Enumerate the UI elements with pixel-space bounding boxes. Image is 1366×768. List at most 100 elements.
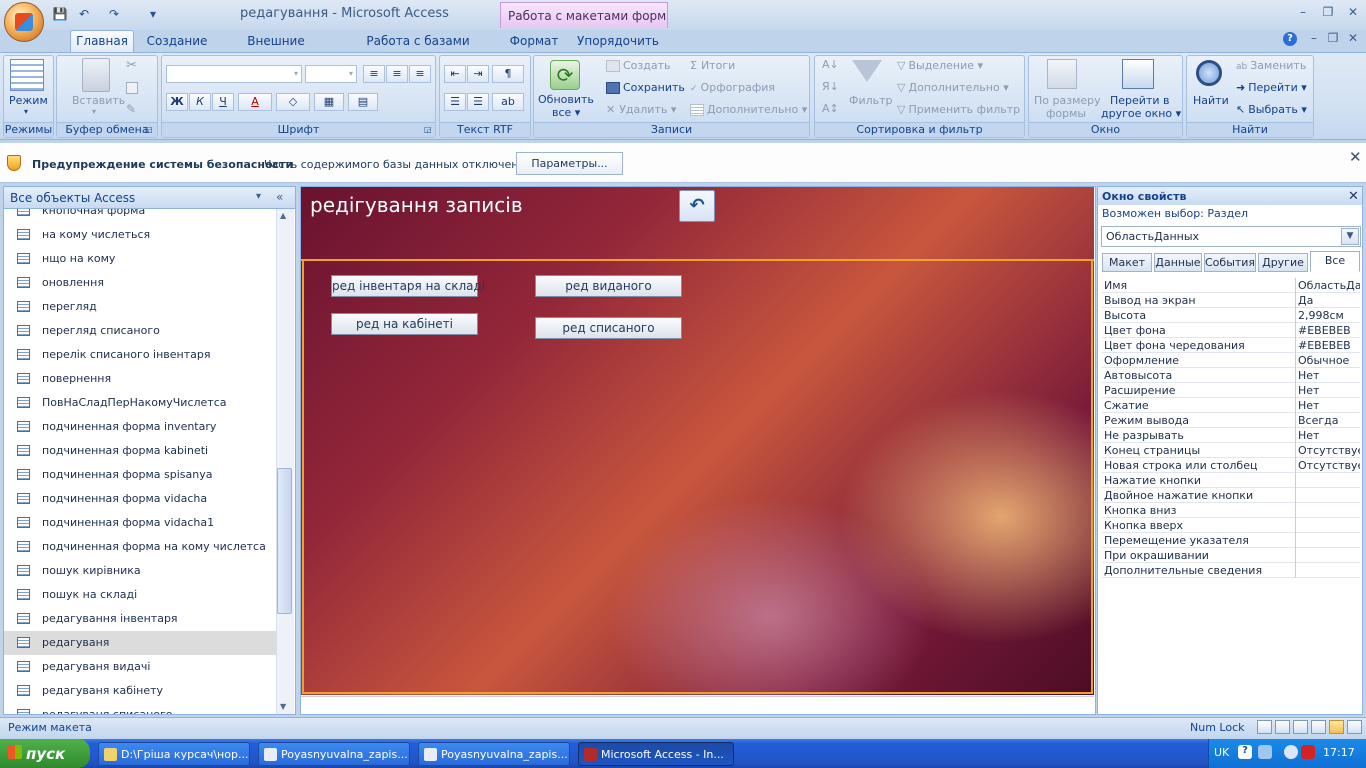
property-row[interactable]: Кнопка вниз xyxy=(1102,503,1360,518)
task-word-1[interactable]: Poyasnyuvalna_zapis... xyxy=(258,742,410,766)
toggle-filter-button[interactable]: ▽ Применить фильтр xyxy=(897,103,1020,116)
refresh-icon[interactable]: ⟳ xyxy=(550,60,580,90)
redo-icon[interactable]: ↷ xyxy=(104,6,124,22)
view-button[interactable]: Режим xyxy=(9,94,48,107)
fit-form-button-line2[interactable]: формы xyxy=(1046,107,1086,120)
nav-item[interactable]: подчиненная форма inventary xyxy=(4,415,276,439)
property-row[interactable]: Не разрывать Нет xyxy=(1102,428,1360,443)
prop-tab-data[interactable]: Данные xyxy=(1154,253,1202,272)
paste-dropdown-icon[interactable]: ▾ xyxy=(92,107,96,116)
delete-record-button[interactable]: ✕ Удалить ▾ xyxy=(606,103,676,116)
format-painter-icon[interactable]: ✎ xyxy=(126,102,136,116)
tab-create[interactable]: Создание xyxy=(144,30,210,52)
prop-tab-other[interactable]: Другие xyxy=(1258,253,1308,272)
font-color-button[interactable]: A xyxy=(238,93,272,111)
edit-cabinet-button[interactable]: ред на кабінеті xyxy=(331,313,478,335)
tab-external-data[interactable]: Внешние данные xyxy=(222,30,330,62)
nav-item[interactable]: подчиненная форма spisanya xyxy=(4,463,276,487)
language-indicator[interactable]: UK xyxy=(1214,746,1229,759)
property-value[interactable]: #EBEBEB xyxy=(1298,339,1360,352)
nav-item[interactable]: перелік списаного інвентаря xyxy=(4,343,276,367)
design-view-icon[interactable] xyxy=(1347,720,1362,734)
spelling-button[interactable]: ✓ Орфография xyxy=(690,81,775,94)
datasheet-view-icon[interactable] xyxy=(1275,720,1290,734)
nav-item[interactable]: на кому числеться xyxy=(4,223,276,247)
binoculars-icon[interactable] xyxy=(1196,60,1222,86)
italic-button[interactable]: К xyxy=(189,93,211,111)
more-records-button[interactable]: Дополнительно ▾ xyxy=(690,103,807,116)
advanced-filter-button[interactable]: ▽ Дополнительно ▾ xyxy=(897,81,1009,94)
save-icon[interactable]: 💾 xyxy=(52,6,68,22)
property-row[interactable]: Сжатие Нет xyxy=(1102,398,1360,413)
property-value[interactable]: Отсутствует xyxy=(1298,444,1360,457)
nav-item[interactable]: редагуваня кабінету xyxy=(4,679,276,703)
property-row[interactable]: Конец страницы Отсутствует xyxy=(1102,443,1360,458)
property-row[interactable]: Дополнительные сведения xyxy=(1102,563,1360,578)
alternate-fill-icon[interactable]: ▤ xyxy=(348,93,378,111)
nav-item[interactable]: подчиненная форма на кому числетса xyxy=(4,535,276,559)
property-value[interactable]: Обычное xyxy=(1298,354,1360,367)
network-tray-icon[interactable] xyxy=(1258,745,1272,759)
property-value[interactable]: #EBEBEB xyxy=(1298,324,1360,337)
help-tray-icon[interactable]: ? xyxy=(1238,745,1252,759)
help-icon[interactable]: ? xyxy=(1283,32,1297,46)
tab-arrange[interactable]: Упорядочить xyxy=(572,30,664,52)
property-value[interactable]: Нет xyxy=(1298,399,1360,412)
property-row[interactable]: Цвет фона чередования #EBEBEB xyxy=(1102,338,1360,353)
decrease-indent-icon[interactable]: ⇤ xyxy=(444,65,466,83)
nav-scroll-thumb[interactable] xyxy=(277,468,292,614)
property-value[interactable]: Отсутствует xyxy=(1298,459,1360,472)
task-access[interactable]: Microsoft Access - In... xyxy=(578,742,734,766)
paste-button[interactable]: Вставить xyxy=(72,94,125,107)
pivotchart-view-icon[interactable] xyxy=(1311,720,1326,734)
property-row[interactable]: Перемещение указателя xyxy=(1102,533,1360,548)
nav-item[interactable]: перегляд xyxy=(4,295,276,319)
bullets-icon[interactable]: ☰ xyxy=(467,93,489,111)
switch-windows-button[interactable]: Перейти в xyxy=(1110,94,1169,107)
security-options-button[interactable]: Параметры... xyxy=(516,152,623,175)
prop-tab-events[interactable]: События xyxy=(1204,253,1256,272)
property-row[interactable]: Автовысота Нет xyxy=(1102,368,1360,383)
replace-button[interactable]: ab Заменить xyxy=(1236,59,1306,72)
nav-item[interactable]: редагування інвентаря xyxy=(4,607,276,631)
property-row[interactable]: Режим вывода Всегда xyxy=(1102,413,1360,428)
nav-item[interactable]: редагуваня списаного xyxy=(4,703,276,714)
fit-form-icon[interactable] xyxy=(1047,59,1077,89)
nav-header-label[interactable]: Все объекты Access xyxy=(10,191,135,205)
nav-item[interactable]: пошук кирівника xyxy=(4,559,276,583)
sort-ascending-icon[interactable]: A↓ xyxy=(822,58,839,71)
totals-button[interactable]: Σ Итоги xyxy=(690,59,735,72)
cut-icon[interactable]: ✂ xyxy=(126,58,137,73)
task-folder[interactable]: D:\Гріша курсач\нор... xyxy=(98,742,250,766)
undo-icon[interactable]: ↶ xyxy=(74,6,94,22)
property-row[interactable]: Расширение Нет xyxy=(1102,383,1360,398)
doc-close-button[interactable]: ✕ xyxy=(1342,31,1364,49)
find-button[interactable]: Найти xyxy=(1193,94,1229,107)
property-row[interactable]: Нажатие кнопки xyxy=(1102,473,1360,488)
scroll-up-icon[interactable]: ▲ xyxy=(280,211,286,220)
clipboard-launcher-icon[interactable]: ◲ xyxy=(145,125,153,134)
fit-form-button[interactable]: По размеру xyxy=(1034,94,1101,107)
property-value[interactable]: Нет xyxy=(1298,384,1360,397)
underline-button[interactable]: Ч xyxy=(212,93,234,111)
font-size-dropdown-icon[interactable]: ▾ xyxy=(349,69,353,78)
back-tray-icon[interactable] xyxy=(1284,745,1298,759)
nav-item[interactable]: кнопочная форма xyxy=(4,209,276,223)
font-name-combo[interactable]: ▾ xyxy=(166,65,302,83)
property-row[interactable]: Цвет фона #EBEBEB xyxy=(1102,323,1360,338)
property-value[interactable]: Нет xyxy=(1298,369,1360,382)
nav-item[interactable]: редагуваня xyxy=(4,631,276,655)
bold-button[interactable]: Ж xyxy=(166,93,188,111)
nav-item[interactable]: повернення xyxy=(4,367,276,391)
nav-item[interactable]: перегляд списаного xyxy=(4,319,276,343)
clear-sort-icon[interactable]: A↕ xyxy=(822,102,839,115)
property-value[interactable]: Нет xyxy=(1298,429,1360,442)
new-record-button[interactable]: Создать xyxy=(606,59,671,72)
form-view-icon[interactable] xyxy=(1257,720,1272,734)
view-icon[interactable] xyxy=(10,59,44,91)
edit-inventory-button[interactable]: ред інвентаря на складі xyxy=(331,275,485,297)
save-record-button[interactable]: Сохранить xyxy=(606,81,685,94)
selection-filter-button[interactable]: ▽ Выделение ▾ xyxy=(897,59,983,72)
increase-indent-icon[interactable]: ⇥ xyxy=(467,65,489,83)
nav-item[interactable]: подчиненная форма vidacha xyxy=(4,487,276,511)
